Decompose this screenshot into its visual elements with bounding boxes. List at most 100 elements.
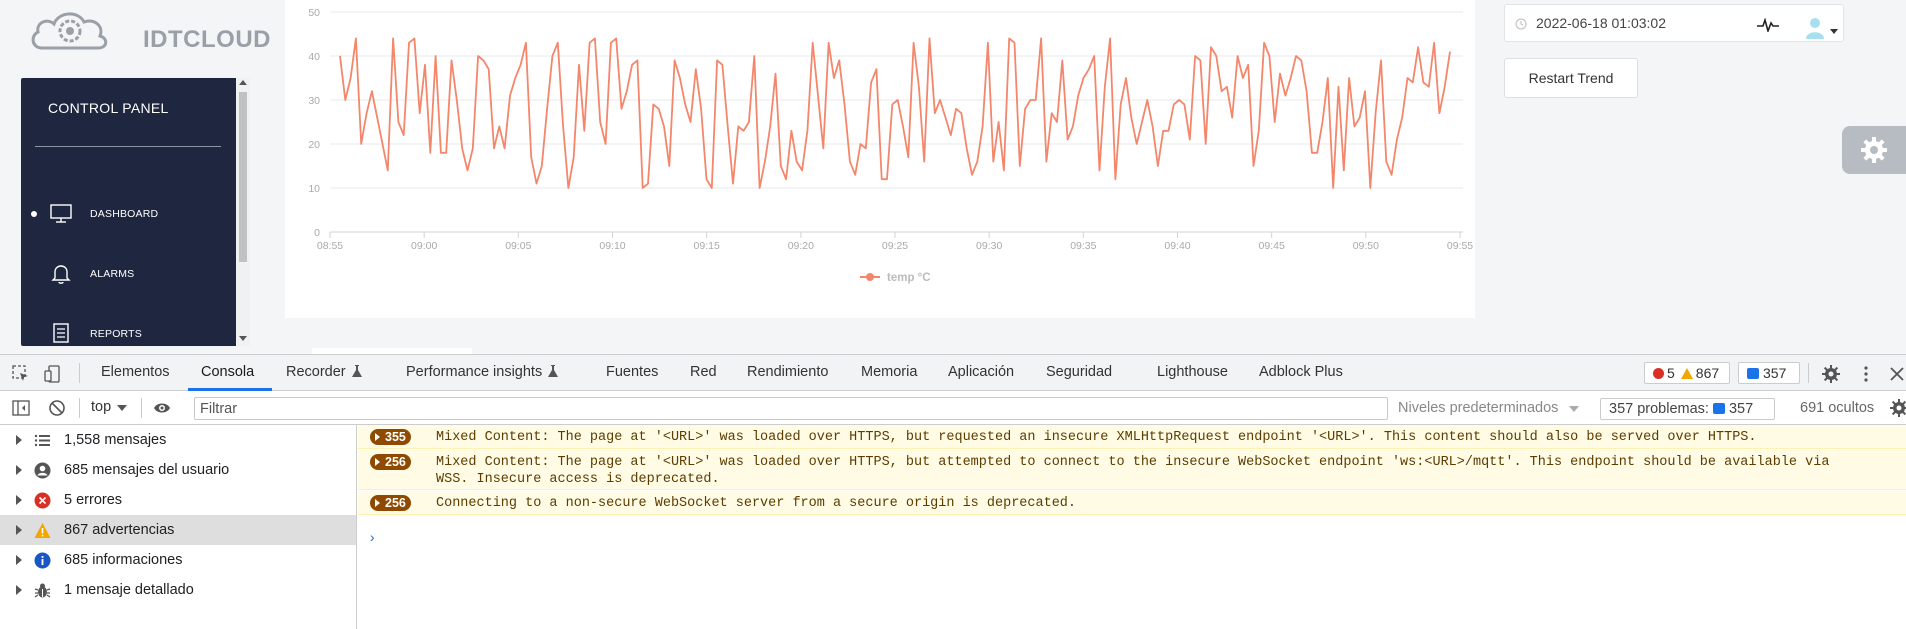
expand-arrow-icon[interactable] [16,585,22,595]
message-icon [1747,368,1759,379]
scroll-up-icon[interactable] [239,80,247,85]
console-message[interactable]: 256 Mixed Content: The page at '<URL>' w… [358,450,1906,490]
x-tick-label: 09:15 [694,240,720,252]
app-root: IDTCLOUD CONTROL PANEL DASHBOARD ALARMS … [0,0,1906,629]
settings-icon[interactable] [1822,365,1840,383]
tab-label: Recorder [286,364,346,380]
tab-performance-insights[interactable]: Performance insights [406,355,559,390]
expand-arrow-icon[interactable] [16,495,22,505]
console-settings-icon[interactable] [1890,399,1906,417]
inspect-icon[interactable] [12,365,30,383]
tab-seguridad[interactable]: Seguridad [1046,355,1112,390]
x-tick-label: 09:05 [505,240,531,252]
expand-triangle-icon [375,499,380,507]
x-tick-label: 09:00 [411,240,437,252]
warning-icon [1680,368,1693,379]
sidebar-item-messages[interactable]: 1,558 mensajes [0,425,356,455]
log-levels-dropdown[interactable]: Niveles predeterminados [1398,400,1558,416]
error-warning-counter[interactable]: 5 867 [1644,362,1730,384]
y-tick-label: 40 [308,51,320,63]
devtools-tabbar: Elementos Consola Recorder Performance i… [0,355,1906,391]
chevron-down-icon[interactable] [117,405,127,411]
toolbar-separator [79,363,80,383]
sidebar-item-errors[interactable]: 5 errores [0,485,356,515]
hidden-count: 691 ocultos [1800,400,1875,416]
close-icon[interactable] [1888,365,1906,383]
context-select[interactable]: top [91,399,111,415]
x-tick-label: 09:30 [976,240,1002,252]
tab-recorder[interactable]: Recorder [286,355,362,390]
user-circle-icon [34,462,51,479]
chevron-down-icon[interactable] [1830,29,1838,34]
sidebar-item-info[interactable]: 685 informaciones [0,545,356,575]
console-message[interactable]: 256 Connecting to a non-secure WebSocket… [358,491,1906,515]
sidebar-item-label: 5 errores [64,492,123,508]
more-options-icon[interactable] [1857,365,1875,383]
expand-arrow-icon[interactable] [16,525,22,535]
sidebar-item-user-messages[interactable]: 685 mensajes del usuario [0,455,356,485]
tab-elementos[interactable]: Elementos [101,355,170,390]
y-tick-label: 0 [314,227,320,239]
message-text: Mixed Content: The page at '<URL>' was l… [436,455,1830,470]
repeat-count: 355 [385,430,406,444]
tab-label: Performance insights [406,364,543,380]
x-tick-label: 08:55 [317,240,343,252]
tab-lighthouse[interactable]: Lighthouse [1157,355,1228,390]
dashboard-page: IDTCLOUD CONTROL PANEL DASHBOARD ALARMS … [0,0,1906,354]
date-text: 2022-06-18 01:03:02 [1536,15,1666,31]
clear-console-icon[interactable] [48,399,66,417]
problems-counter[interactable]: 357 problemas: 357 [1600,398,1775,420]
date-display[interactable]: 2022-06-18 01:03:02 [1504,4,1844,42]
monitor-icon [50,204,72,223]
chevron-down-icon[interactable] [1569,406,1579,412]
repeat-count-badge[interactable]: 256 [370,495,411,511]
tab-consola[interactable]: Consola [201,355,254,390]
repeat-count-badge[interactable]: 256 [370,454,411,470]
tab-adblock-plus[interactable]: Adblock Plus [1259,355,1343,390]
list-icon [34,434,50,447]
x-tick-label: 09:35 [1070,240,1096,252]
settings-tab[interactable] [1842,126,1906,174]
sidebar-scrollbar-thumb[interactable] [239,92,247,262]
x-tick-label: 09:40 [1164,240,1190,252]
message-icon [1712,403,1725,414]
console-prompt[interactable]: › [368,531,376,547]
console-sidebar: 1,558 mensajes 685 mensajes del usuario … [0,425,357,629]
tab-rendimiento[interactable]: Rendimiento [747,355,828,390]
filter-input[interactable] [194,397,1388,420]
sidebar-item-label: 685 mensajes del usuario [64,462,230,478]
tab-red[interactable]: Red [690,355,717,390]
tab-aplicacion[interactable]: Aplicación [948,355,1014,390]
expand-arrow-icon[interactable] [16,435,22,445]
problems-count: 357 [1728,401,1754,417]
sidebar-item-verbose[interactable]: 1 mensaje detallado [0,575,356,605]
scroll-down-icon[interactable] [239,336,247,341]
repeat-count-badge[interactable]: 355 [370,429,411,445]
sidebar-item-dashboard[interactable]: DASHBOARD [21,193,231,233]
expand-triangle-icon [375,458,380,466]
user-icon[interactable] [1804,15,1826,39]
expand-arrow-icon[interactable] [16,555,22,565]
sidebar-item-reports[interactable]: REPORTS [21,313,231,346]
warning-icon [34,523,51,538]
restart-trend-button[interactable]: Restart Trend [1504,58,1638,98]
logo-text: IDTCLOUD [143,26,271,53]
tab-memoria[interactable]: Memoria [861,355,917,390]
device-toggle-icon[interactable] [44,365,62,383]
y-tick-label: 50 [308,7,320,19]
error-icon [34,492,51,509]
sidebar-item-label: 867 advertencias [64,522,175,538]
sidebar-item-alarms[interactable]: ALARMS [21,253,231,293]
bell-icon [51,265,71,284]
eye-icon[interactable] [153,399,171,417]
message-text: Connecting to a non-secure WebSocket ser… [436,496,1077,511]
pulse-icon[interactable] [1757,18,1779,32]
legend-marker [866,273,874,281]
message-counter[interactable]: 357 [1738,362,1800,384]
expand-arrow-icon[interactable] [16,465,22,475]
tab-fuentes[interactable]: Fuentes [606,355,658,390]
console-message[interactable]: 355 Mixed Content: The page at '<URL>' w… [358,425,1906,449]
sidebar-toggle-icon[interactable] [12,399,30,417]
sidebar-item-warnings[interactable]: 867 advertencias [0,515,356,545]
warning-count: 867 [1695,365,1720,381]
